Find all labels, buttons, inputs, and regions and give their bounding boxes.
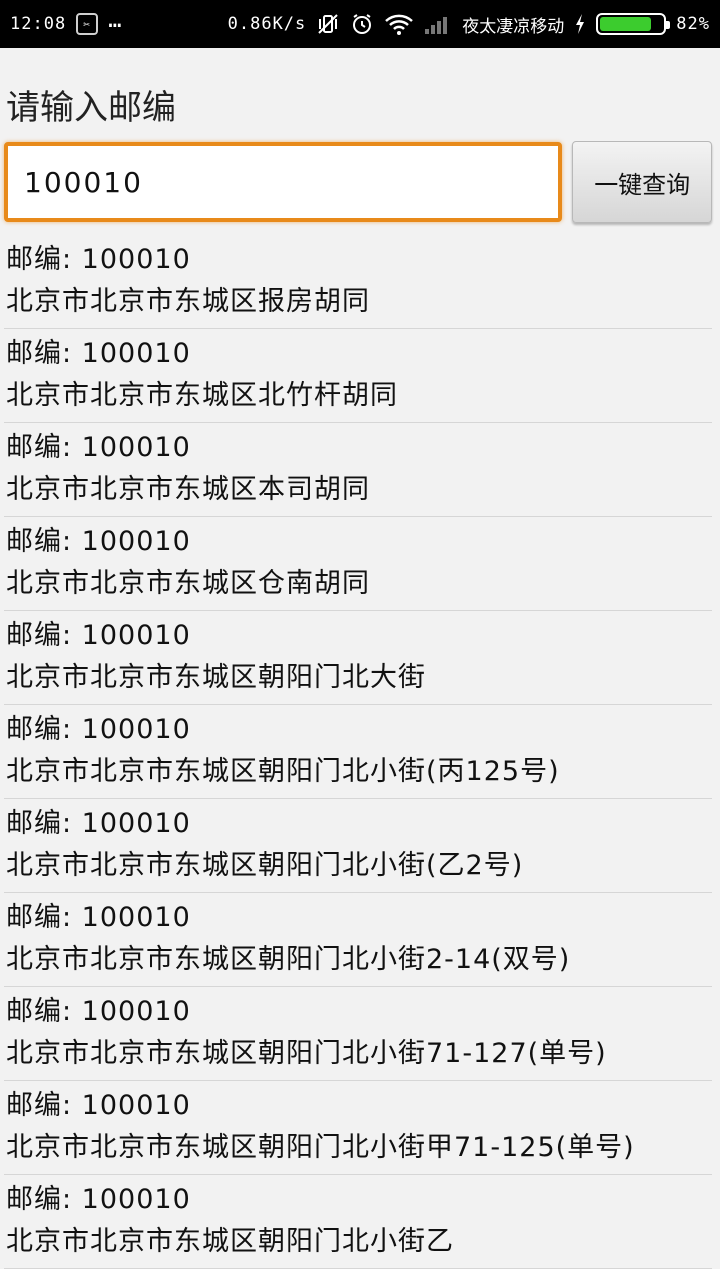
- result-address: 北京市北京市东城区朝阳门北小街71-127(单号): [6, 1038, 607, 1069]
- result-address: 北京市北京市东城区朝阳门北小街2-14(双号): [6, 944, 571, 975]
- vibrate-off-icon: [316, 13, 340, 35]
- alarm-icon: [350, 12, 374, 36]
- list-item[interactable]: 邮编: 100010 北京市北京市东城区本司胡同: [4, 423, 712, 517]
- result-address: 北京市北京市东城区朝阳门北小街乙: [6, 1226, 454, 1257]
- list-item[interactable]: 邮编: 100010 北京市北京市东城区朝阳门北小街71-127(单号): [4, 987, 712, 1081]
- result-zipcode: 邮编: 100010: [6, 1090, 191, 1121]
- result-address: 北京市北京市东城区本司胡同: [6, 474, 370, 505]
- page-title: 请输入邮编: [6, 88, 176, 128]
- list-item[interactable]: 邮编: 100010 北京市北京市东城区朝阳门北小街乙: [4, 1175, 712, 1269]
- result-address: 北京市北京市东城区朝阳门北大街: [6, 662, 426, 693]
- result-address: 北京市北京市东城区朝阳门北小街甲71-125(单号): [6, 1132, 635, 1163]
- battery-icon: [596, 13, 671, 35]
- more-notifications-icon: …: [108, 8, 123, 33]
- signal-icon: [424, 13, 452, 35]
- network-speed: 0.86K/s: [227, 14, 307, 34]
- carrier-name: 夜太凄凉移动: [462, 16, 565, 37]
- result-zipcode: 邮编: 100010: [6, 996, 191, 1027]
- list-item[interactable]: 邮编: 100010 北京市北京市东城区朝阳门北小街2-14(双号): [4, 893, 712, 987]
- result-address: 北京市北京市东城区北竹杆胡同: [6, 380, 398, 411]
- notification-app-icon: ✂: [76, 13, 99, 35]
- result-zipcode: 邮编: 100010: [6, 338, 191, 369]
- result-address: 北京市北京市东城区朝阳门北小街(乙2号): [6, 850, 524, 881]
- result-zipcode: 邮编: 100010: [6, 714, 191, 745]
- status-bar: 12:08 ✂ … 0.86K/s 夜太凄凉移动 82%: [0, 0, 720, 48]
- postcode-app: 请输入邮编 一键查询 邮编: 100010北京市北京市东城区报房胡同邮编: 10…: [0, 80, 720, 1269]
- result-zipcode: 邮编: 100010: [6, 432, 191, 463]
- list-item[interactable]: 邮编: 100010 北京市北京市东城区朝阳门北小街甲71-125(单号): [4, 1081, 712, 1175]
- result-address: 北京市北京市东城区报房胡同: [6, 286, 370, 317]
- battery-level: [600, 17, 652, 31]
- charging-icon: [574, 13, 586, 35]
- query-button[interactable]: 一键查询: [572, 141, 712, 223]
- result-zipcode: 邮编: 100010: [6, 902, 191, 933]
- search-row: 一键查询: [4, 141, 712, 223]
- list-item[interactable]: 邮编: 100010 北京市北京市东城区朝阳门北小街(丙125号): [4, 705, 712, 799]
- zipcode-input[interactable]: [4, 142, 563, 222]
- wifi-icon: [384, 13, 414, 35]
- list-item[interactable]: 邮编: 100010 北京市北京市东城区朝阳门北小街(乙2号): [4, 799, 712, 893]
- list-item[interactable]: 邮编: 100010 北京市北京市东城区仓南胡同: [4, 517, 712, 611]
- battery-percent: 82%: [676, 14, 710, 34]
- results-list[interactable]: 邮编: 100010 北京市北京市东城区报房胡同 邮编: 100010 北京市北京市东…: [4, 235, 712, 1269]
- list-item[interactable]: 邮编: 100010 北京市北京市东城区朝阳门北大街: [4, 611, 712, 705]
- status-time: 12:08: [10, 14, 67, 34]
- result-zipcode: 邮编: 100010: [6, 620, 191, 651]
- result-zipcode: 邮编: 100010: [6, 808, 191, 839]
- result-zipcode: 邮编: 100010: [6, 1184, 191, 1215]
- result-zipcode: 邮编: 100010: [6, 244, 191, 275]
- result-address: 北京市北京市东城区仓南胡同: [6, 568, 370, 599]
- list-item[interactable]: 邮编: 100010 北京市北京市东城区北竹杆胡同: [4, 329, 712, 423]
- result-zipcode: 邮编: 100010: [6, 526, 191, 557]
- result-address: 北京市北京市东城区朝阳门北小街(丙125号): [6, 756, 560, 787]
- list-item[interactable]: 邮编: 100010 北京市北京市东城区报房胡同: [4, 235, 712, 329]
